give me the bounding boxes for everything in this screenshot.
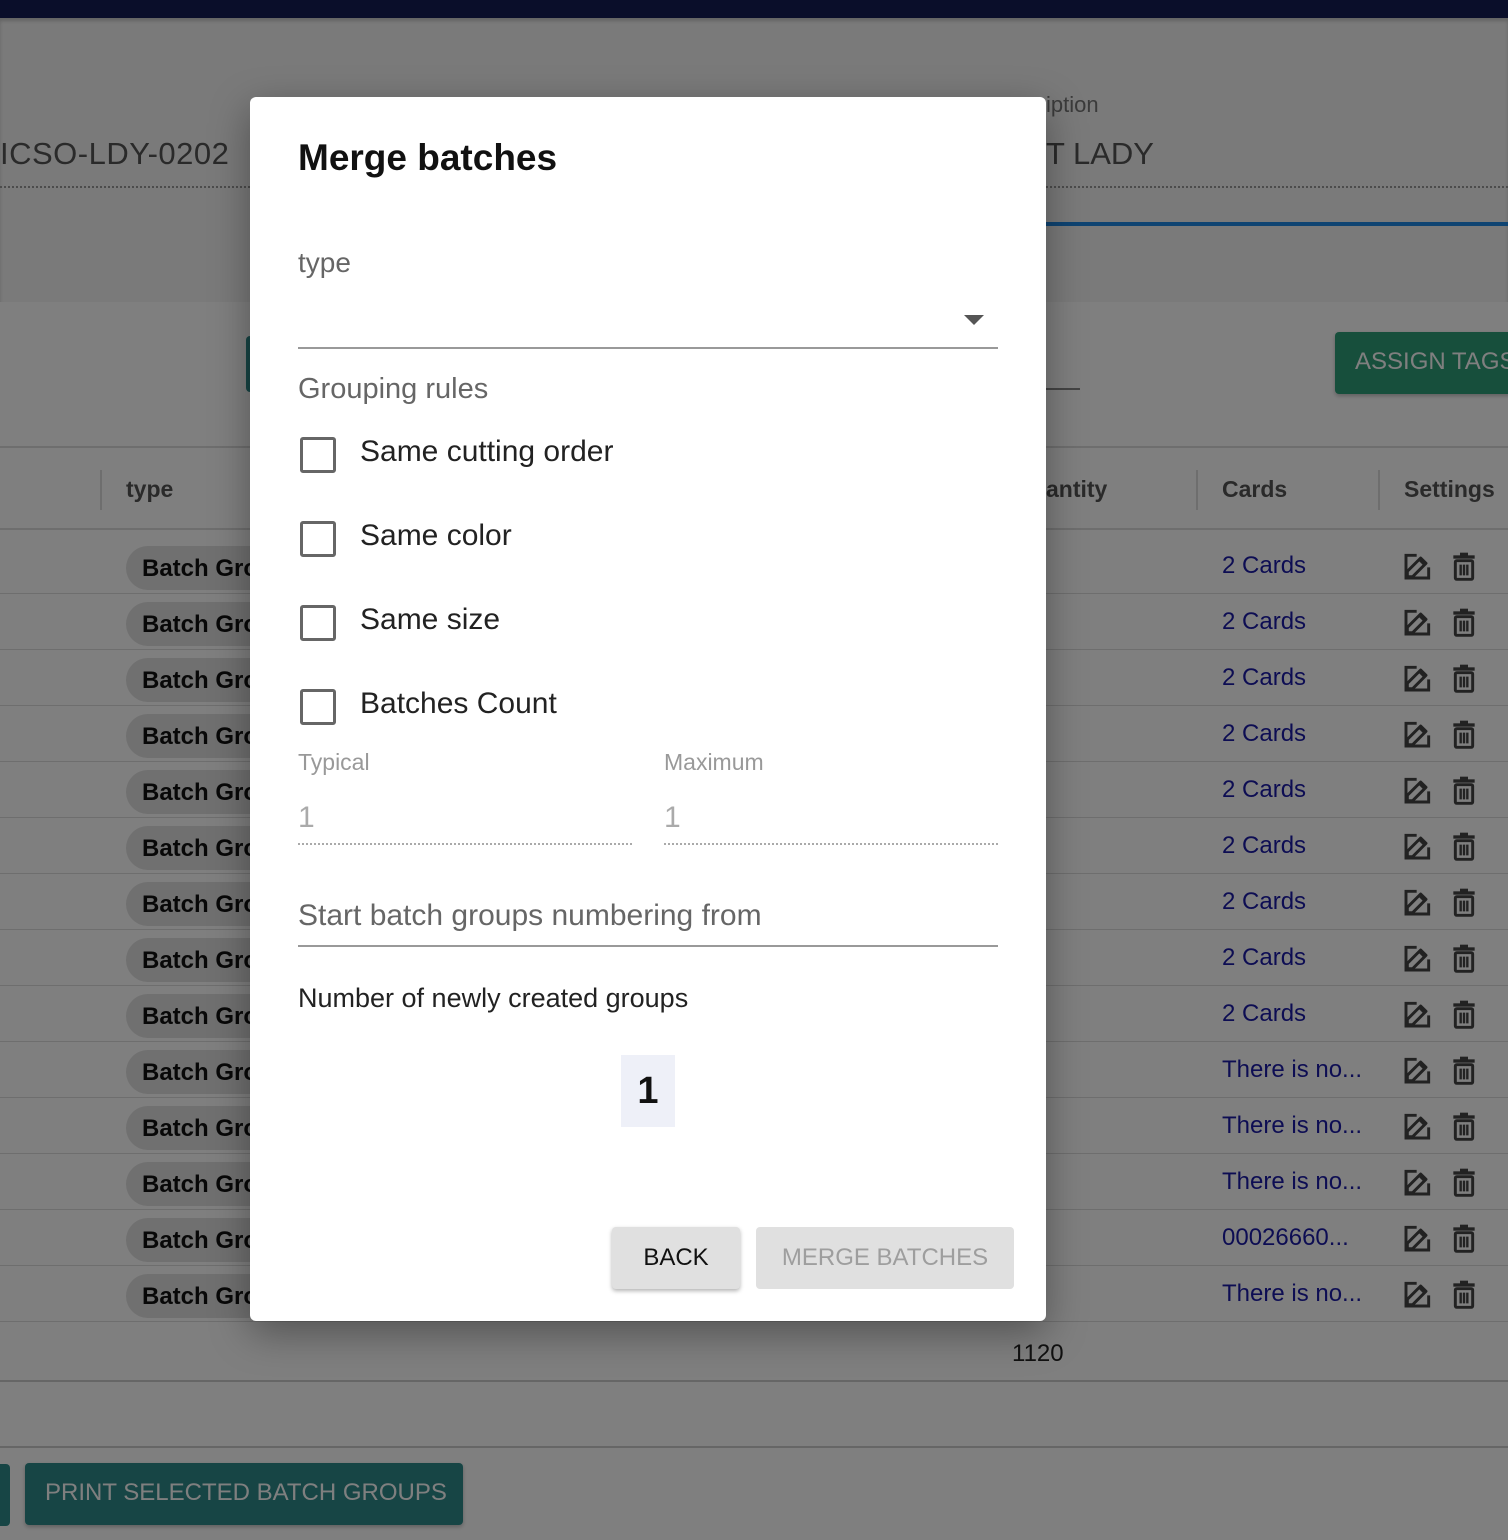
type-label: type (298, 247, 351, 278)
merge-batches-button[interactable]: MERGE BATCHES (756, 1227, 1014, 1289)
back-button[interactable]: BACK (612, 1227, 740, 1289)
typical-field: Typical (298, 749, 632, 845)
new-groups-label: Number of newly created groups (298, 983, 689, 1013)
checkbox-label[interactable]: Same color (360, 519, 512, 553)
checkbox[interactable] (300, 437, 336, 473)
checkbox[interactable] (300, 689, 336, 725)
checkbox[interactable] (300, 605, 336, 641)
grouping-rules-label: Grouping rules (298, 373, 489, 405)
checkbox-label[interactable]: Batches Count (360, 687, 557, 721)
typical-input[interactable] (298, 789, 632, 845)
start-numbering-input[interactable] (298, 889, 998, 943)
checkbox[interactable] (300, 521, 336, 557)
caret-down-icon[interactable] (964, 315, 984, 325)
top-app-bar (0, 0, 1508, 18)
maximum-field: Maximum (664, 749, 998, 845)
checkbox-label[interactable]: Same cutting order (360, 435, 613, 469)
merge-batches-dialog: Merge batches type Grouping rules Same c… (250, 97, 1046, 1321)
maximum-input[interactable] (664, 789, 998, 845)
maximum-label: Maximum (664, 749, 764, 775)
checkbox-label[interactable]: Same size (360, 603, 500, 637)
start-numbering-field (298, 889, 998, 947)
typical-label: Typical (298, 749, 370, 775)
new-groups-count: 1 (621, 1055, 675, 1127)
type-select[interactable] (298, 293, 998, 349)
dialog-title: Merge batches (298, 137, 558, 178)
